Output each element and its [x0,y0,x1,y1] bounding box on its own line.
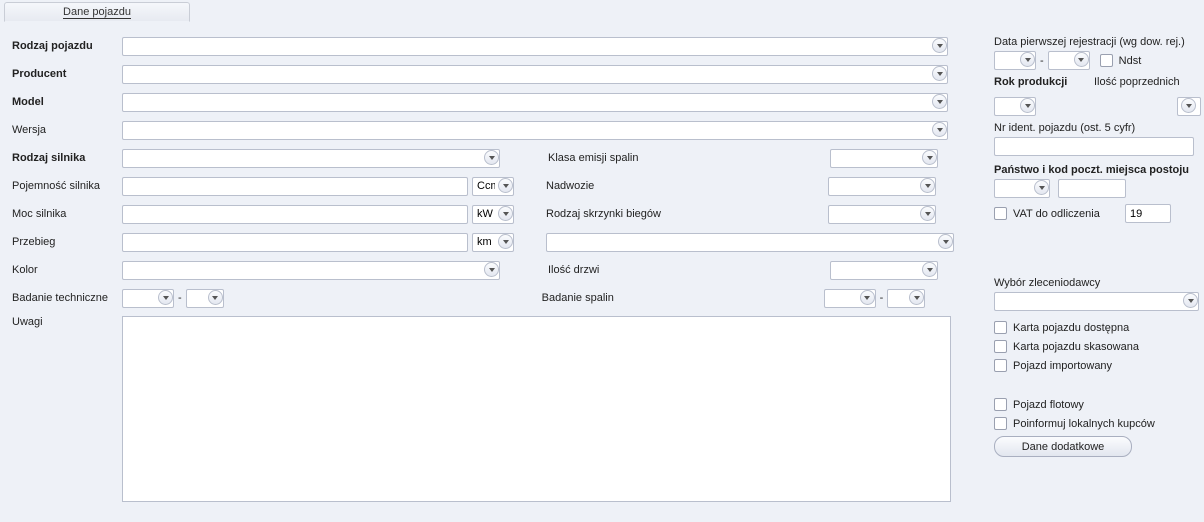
chevron-down-icon[interactable] [498,178,513,193]
chevron-down-icon[interactable] [932,122,947,137]
label-doors: Ilość drzwi [530,264,830,276]
label-prev-owners: Ilość poprzednich [1094,76,1180,88]
chevron-down-icon[interactable] [484,150,499,165]
chevron-down-icon[interactable] [1020,52,1035,67]
label-ndst: Ndst [1119,55,1142,67]
label-notes: Uwagi [12,316,122,328]
tab-label: Dane pojazdu [63,6,131,19]
chevron-down-icon[interactable] [932,66,947,81]
label-inspection: Badanie techniczne [12,292,122,304]
label-card-available: Karta pojazdu dostępna [1013,322,1129,334]
card-available-checkbox[interactable] [994,321,1007,334]
chevron-down-icon[interactable] [938,234,953,249]
chevron-down-icon[interactable] [484,262,499,277]
label-imported: Pojazd importowany [1013,360,1112,372]
label-vehicle-type: Rodzaj pojazdu [12,40,122,52]
inform-buyers-checkbox[interactable] [994,417,1007,430]
chevron-down-icon[interactable] [922,150,937,165]
imported-checkbox[interactable] [994,359,1007,372]
engine-type-combo[interactable] [122,149,500,168]
label-card-cancelled: Karta pojazdu skasowana [1013,341,1139,353]
chevron-down-icon[interactable] [1034,180,1049,195]
label-prod-year: Rok produkcji [994,76,1094,88]
vat-value-input[interactable] [1125,204,1171,223]
chevron-down-icon[interactable] [1181,98,1196,113]
postcode-input[interactable] [1058,179,1126,198]
fleet-checkbox[interactable] [994,398,1007,411]
label-power: Moc silnika [12,208,122,220]
client-combo[interactable] [994,292,1199,311]
label-emission-class: Klasa emisji spalin [530,152,830,164]
chevron-down-icon[interactable] [860,290,875,305]
tab-vehicle-data[interactable]: Dane pojazdu [4,2,190,22]
chevron-down-icon[interactable] [920,206,935,221]
label-client-sel: Wybór zleceniodawcy [994,277,1197,289]
separator: - [880,292,884,304]
chevron-down-icon[interactable] [920,178,935,193]
label-mileage: Przebieg [12,236,122,248]
displacement-input[interactable] [122,177,468,196]
label-engine-type: Rodzaj silnika [12,152,122,164]
chevron-down-icon[interactable] [158,290,173,305]
mileage-input[interactable] [122,233,468,252]
version-combo[interactable] [122,121,948,140]
chevron-down-icon[interactable] [208,290,223,305]
notes-textarea[interactable] [122,316,951,502]
model-combo[interactable] [122,93,948,112]
ndst-checkbox[interactable] [1100,54,1113,67]
label-body: Nadwozie [528,180,828,192]
chevron-down-icon[interactable] [498,206,513,221]
label-version: Wersja [12,124,122,136]
label-color: Kolor [12,264,122,276]
vat-checkbox[interactable] [994,207,1007,220]
label-model: Model [12,96,122,108]
chevron-down-icon[interactable] [932,94,947,109]
label-manufacturer: Producent [12,68,122,80]
label-displacement: Pojemność silnika [12,180,122,192]
card-cancelled-checkbox[interactable] [994,340,1007,353]
color-combo[interactable] [122,261,500,280]
chevron-down-icon[interactable] [1020,98,1035,113]
label-vat: VAT do odliczenia [1013,208,1125,220]
vehicle-type-combo[interactable] [122,37,948,56]
label-fleet: Pojazd flotowy [1013,399,1084,411]
manufacturer-combo[interactable] [122,65,948,84]
chevron-down-icon[interactable] [1074,52,1089,67]
chevron-down-icon[interactable] [932,38,947,53]
chevron-down-icon[interactable] [922,262,937,277]
label-inform-buyers: Poinformuj lokalnych kupców [1013,418,1155,430]
vin-input[interactable] [994,137,1194,156]
chevron-down-icon[interactable] [1183,293,1198,308]
label-vin: Nr ident. pojazdu (ost. 5 cyfr) [994,122,1197,134]
extra-combo[interactable] [546,233,954,252]
extra-data-button[interactable]: Dane dodatkowe [994,436,1132,457]
chevron-down-icon[interactable] [909,290,924,305]
label-emission-test: Badanie spalin [524,292,824,304]
power-input[interactable] [122,205,468,224]
separator: - [178,292,182,304]
label-first-reg: Data pierwszej rejestracji (wg dow. rej.… [994,36,1197,48]
chevron-down-icon[interactable] [498,234,513,249]
label-gearbox: Rodzaj skrzynki biegów [528,208,828,220]
label-country-post: Państwo i kod poczt. miejsca postoju [994,164,1197,176]
